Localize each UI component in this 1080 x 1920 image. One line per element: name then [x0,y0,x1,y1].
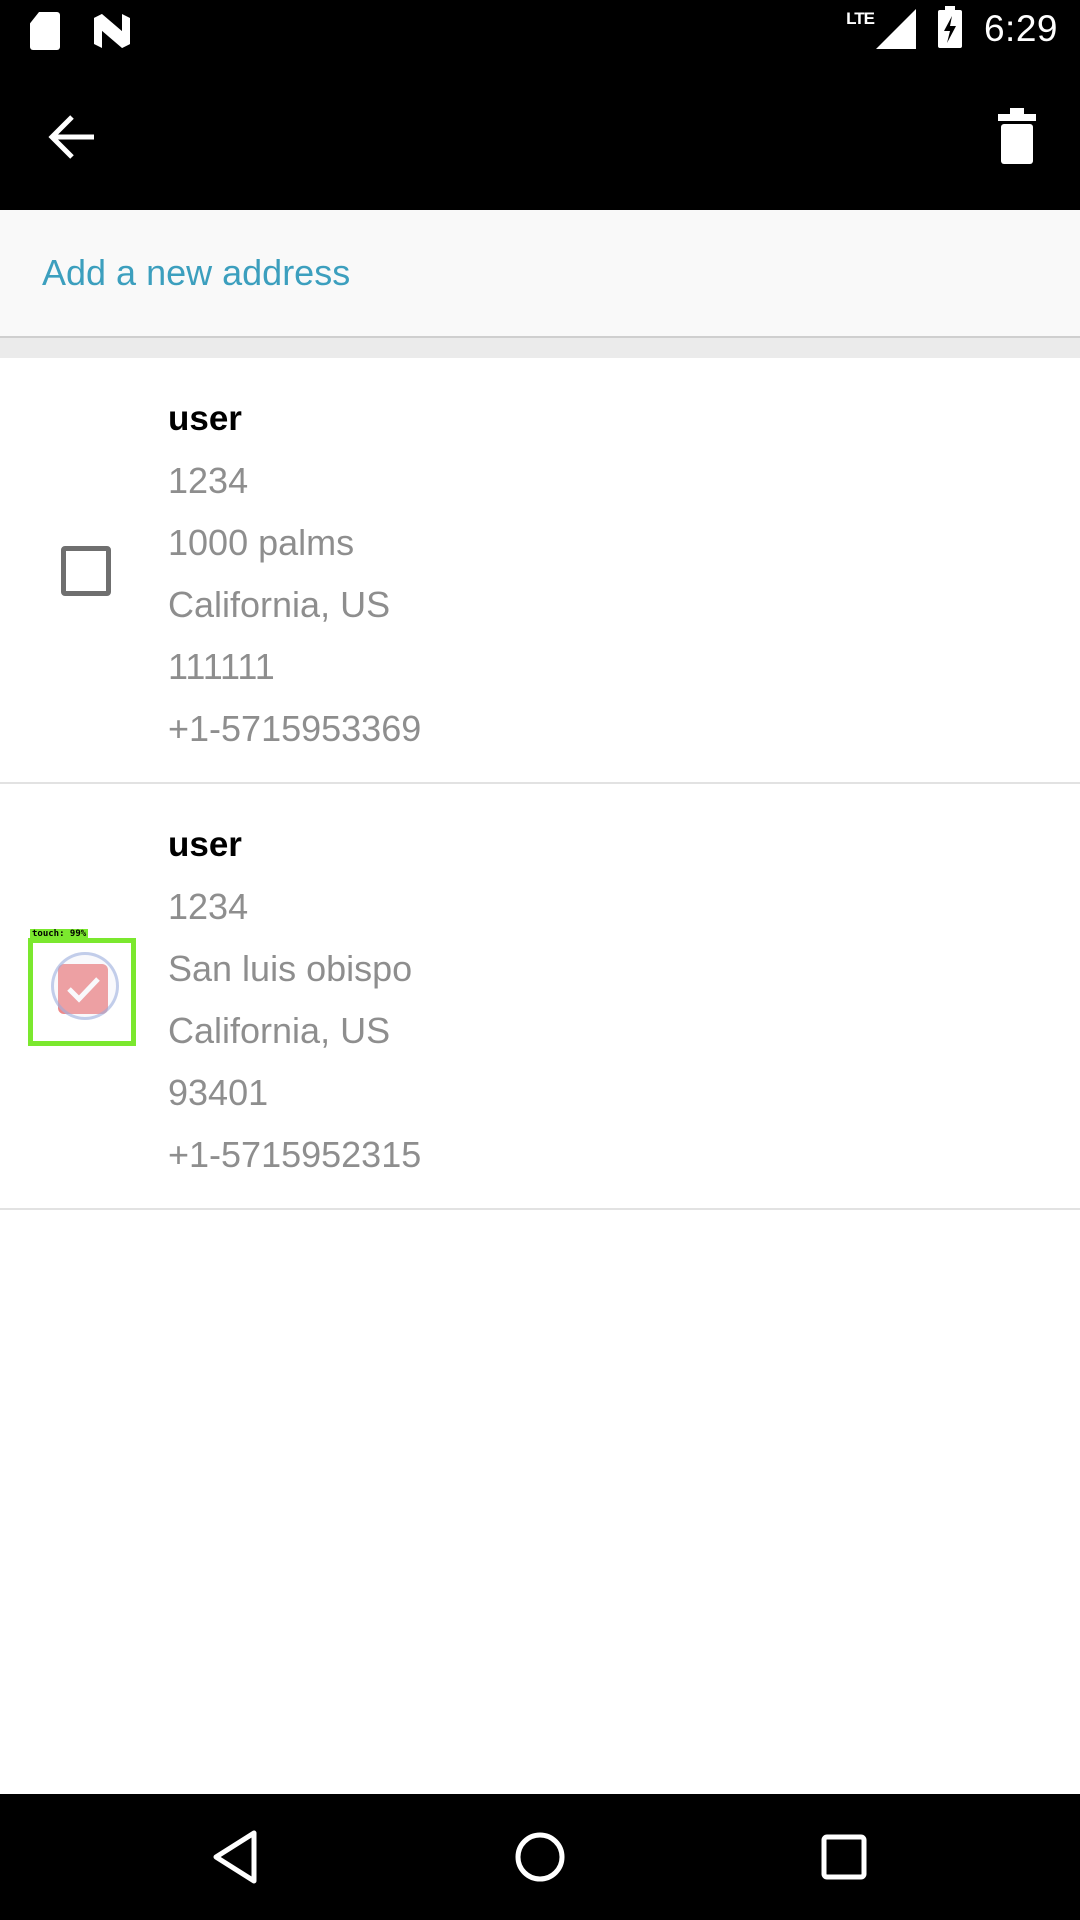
address-name: user [168,399,242,438]
nav-recents-icon [821,1834,867,1880]
delete-button[interactable] [984,104,1050,170]
navigation-bar [0,1794,1080,1920]
address-line1: 1234 [168,460,249,501]
address-phone: +1-5715952315 [168,1134,422,1175]
nav-home-icon [515,1832,565,1882]
app-bar [0,64,1080,210]
back-button[interactable] [40,104,106,170]
add-address-row[interactable]: Add a new address [0,210,1080,338]
battery-charging-icon [937,6,962,48]
n-notification-icon [94,14,130,48]
address-phone: +1-5715953369 [168,708,422,749]
address-line2: San luis obispo [168,948,413,989]
address-name: user [168,825,242,864]
address-checkbox-unchecked[interactable] [61,546,111,596]
nav-recents-button[interactable] [812,1825,876,1889]
address-zip: 111111 [168,646,275,687]
address-region: California, US [168,1010,391,1051]
lte-label: LTE [846,9,875,28]
touch-label: touch: 99% [30,929,89,940]
section-divider [0,338,1080,358]
address-zip: 93401 [168,1072,269,1113]
address-line2: 1000 palms [168,522,355,563]
nav-back-icon [213,1830,257,1884]
touch-highlight-box [28,938,136,1046]
trash-icon [998,108,1036,164]
signal-icon [875,9,916,49]
status-time: 6:29 [983,8,1058,49]
address-card[interactable]: touch: 99% user 1234 San luis obispo Cal… [0,784,1080,1210]
arrow-back-icon [48,115,94,159]
nav-back-button[interactable] [204,1825,268,1889]
address-region: California, US [168,584,391,625]
add-address-link[interactable]: Add a new address [42,252,350,294]
address-card[interactable]: user 1234 1000 palms California, US 1111… [0,358,1080,784]
address-line1: 1234 [168,886,249,927]
nav-home-button[interactable] [508,1825,572,1889]
sd-card-icon [30,12,60,50]
status-bar: LTE 6:29 [0,0,1080,64]
